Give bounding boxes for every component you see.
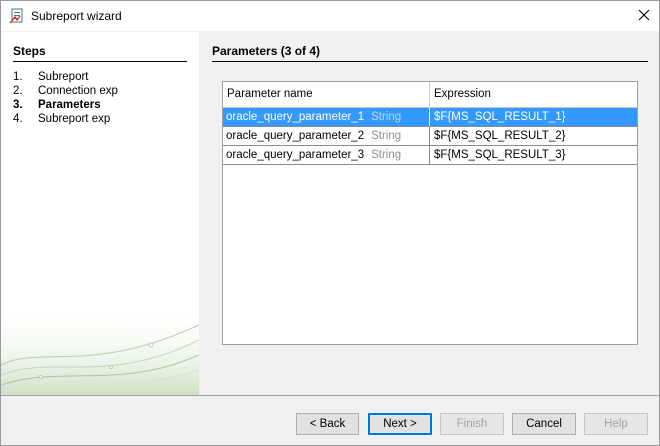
parameter-type: String bbox=[371, 130, 402, 142]
step-label: Connection exp bbox=[38, 85, 118, 97]
step-label: Subreport exp bbox=[38, 113, 111, 125]
table-row[interactable]: oracle_query_parameter_2 String $F{MS_SQL… bbox=[223, 127, 637, 146]
step-number: 1. bbox=[13, 71, 23, 83]
column-header-parameter-name[interactable]: Parameter name bbox=[223, 82, 430, 107]
cancel-button[interactable]: Cancel bbox=[512, 413, 576, 435]
parameter-name-cell[interactable]: oracle_query_parameter_2 String bbox=[223, 127, 430, 145]
step-label: Subreport bbox=[38, 71, 89, 83]
table-row[interactable]: oracle_query_parameter_3 String $F{MS_SQL… bbox=[223, 146, 637, 165]
table-header: Parameter name Expression bbox=[223, 82, 637, 108]
window-title: Subreport wizard bbox=[31, 9, 122, 23]
content-panel: Parameters (3 of 4) Parameter name Expre… bbox=[200, 32, 659, 395]
parameter-name-cell[interactable]: oracle_query_parameter_3 String bbox=[223, 146, 430, 164]
title-bar: Subreport wizard bbox=[1, 1, 659, 31]
steps-list: 1. Subreport 2. Connection exp 3. Parame… bbox=[13, 70, 118, 126]
step-item: 4. Subreport exp bbox=[13, 112, 118, 126]
step-number: 2. bbox=[13, 85, 23, 97]
back-button[interactable]: < Back bbox=[296, 413, 359, 435]
parameter-type: String bbox=[371, 111, 402, 123]
parameter-name: oracle_query_parameter_1 bbox=[226, 111, 365, 123]
help-button[interactable]: Help bbox=[584, 413, 648, 435]
parameter-type: String bbox=[371, 149, 402, 161]
parameter-name: oracle_query_parameter_2 bbox=[226, 130, 365, 142]
step-number: 3. bbox=[13, 99, 23, 111]
decorative-swirl-graphic bbox=[1, 305, 199, 395]
step-item: 1. Subreport bbox=[13, 70, 118, 84]
close-icon bbox=[638, 9, 650, 24]
column-header-expression[interactable]: Expression bbox=[430, 82, 637, 107]
steps-panel: Steps 1. Subreport 2. Connection exp 3. … bbox=[1, 32, 199, 395]
next-button[interactable]: Next > bbox=[368, 413, 432, 435]
footer-divider bbox=[1, 395, 659, 396]
parameter-name: oracle_query_parameter_3 bbox=[226, 149, 365, 161]
step-number: 4. bbox=[13, 113, 23, 125]
parameters-table: Parameter name Expression oracle_query_p… bbox=[222, 81, 638, 345]
parameter-name-cell[interactable]: oracle_query_parameter_1 String bbox=[223, 108, 430, 126]
close-button[interactable] bbox=[629, 1, 659, 31]
subreport-wizard-window: Subreport wizard Steps 1. Subreport 2. C… bbox=[0, 0, 660, 446]
expression-cell[interactable]: $F{MS_SQL_RESULT_1} bbox=[430, 108, 637, 126]
steps-heading: Steps bbox=[13, 44, 187, 62]
finish-button[interactable]: Finish bbox=[440, 413, 504, 435]
table-row[interactable]: oracle_query_parameter_1 String $F{MS_SQL… bbox=[223, 108, 637, 127]
step-item-active: 3. Parameters bbox=[13, 98, 118, 112]
page-title: Parameters (3 of 4) bbox=[212, 44, 648, 62]
step-label: Parameters bbox=[38, 99, 101, 111]
step-item: 2. Connection exp bbox=[13, 84, 118, 98]
report-icon bbox=[9, 8, 25, 24]
expression-cell[interactable]: $F{MS_SQL_RESULT_2} bbox=[430, 127, 637, 145]
expression-cell[interactable]: $F{MS_SQL_RESULT_3} bbox=[430, 146, 637, 164]
